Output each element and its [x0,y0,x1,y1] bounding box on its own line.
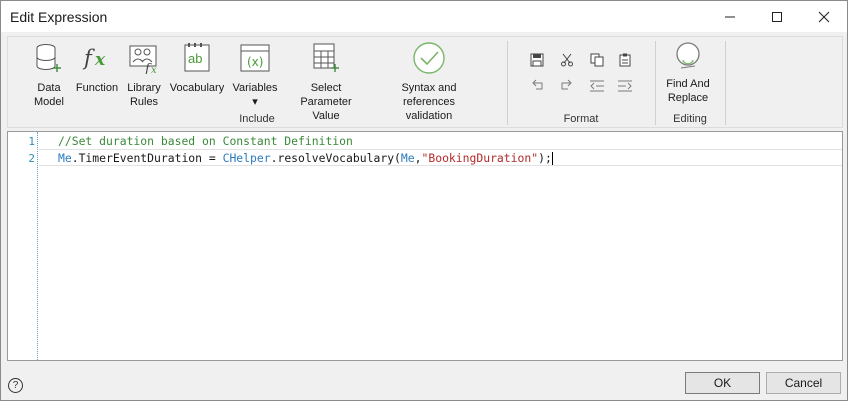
edit-expression-dialog: Edit Expression Data Model f x Function … [0,0,848,401]
vocabulary-ab-icon: ab [180,41,214,75]
editing-group: Find And Replace Editing [656,37,724,127]
cut-button[interactable] [556,51,578,69]
include-group-label: Include [239,113,275,125]
function-button[interactable]: f x Function [74,41,120,95]
svg-text:ab: ab [188,51,202,66]
table-add-icon [309,41,343,75]
syntax-validation-button[interactable]: Syntax and references validation [374,41,484,123]
library-rules-icon: f x [127,41,161,75]
cancel-button[interactable]: Cancel [766,372,841,394]
gutter-divider [37,132,38,360]
outdent-icon [590,80,604,92]
minimize-icon [725,16,735,17]
format-group-label: Format [563,113,599,125]
vocabulary-label: Vocabulary [169,82,225,94]
redo-button[interactable] [556,77,578,95]
copy-button[interactable] [586,51,608,69]
svg-text:x: x [151,65,157,74]
select-parameter-value-button[interactable]: Select Parameter Value [284,41,368,123]
find-and-replace-button[interactable]: Find And Replace [658,39,718,105]
close-icon [818,11,830,22]
redo-icon [561,79,572,90]
svg-text:f: f [82,46,95,70]
copy-icon [590,53,604,67]
code-token: CHelper [222,151,271,165]
code-line[interactable]: //Set duration based on Constant Definit… [58,134,353,148]
line-number-gutter: 1 2 [8,132,38,360]
maximize-icon [772,11,782,22]
text-caret [551,152,553,165]
save-button[interactable] [526,51,548,69]
svg-text:(x): (x) [247,55,263,69]
code-token: .resolveVocabulary( [270,151,401,165]
ribbon-toolbar: Data Model f x Function f x Library Rule… [7,36,843,128]
line-number: 1 [28,135,35,148]
paste-icon [619,53,631,67]
function-label: Function [75,82,119,94]
check-circle-icon [412,41,446,75]
close-button[interactable] [801,1,847,32]
data-model-label: Data Model [34,82,64,108]
library-rules-button[interactable]: f x Library Rules [123,41,165,109]
code-token: //Set duration based on Constant Definit… [58,134,353,148]
library-rules-label: Library Rules [127,82,161,108]
svg-text:x: x [94,50,106,70]
data-model-button[interactable]: Data Model [30,41,68,109]
dialog-title: Edit Expression [10,9,108,25]
format-group: Format [508,37,654,127]
undo-button[interactable] [526,77,548,95]
editing-group-label: Editing [673,113,707,125]
minimize-button[interactable] [707,1,753,32]
ok-button[interactable]: OK [685,372,760,394]
vocabulary-button[interactable]: ab Vocabulary [168,41,226,95]
code-token: "BookingDuration" [421,151,539,165]
maximize-button[interactable] [754,1,800,32]
code-token: ); [538,151,552,165]
function-fx-icon: f x [80,41,114,75]
indent-icon [618,80,632,92]
help-button[interactable]: ? [8,378,23,393]
include-group: Data Model f x Function f x Library Rule… [8,37,506,127]
variables-label: Variables ▾ [232,82,278,108]
paste-button[interactable] [614,51,636,69]
save-icon [530,53,544,67]
cut-icon [561,53,573,67]
outdent-button[interactable] [586,77,608,95]
line-number: 2 [28,152,35,165]
code-token: Me [58,151,72,165]
variables-x-icon: (x) [238,41,272,75]
find-and-replace-label: Find And Replace [666,78,710,104]
group-divider [725,41,726,125]
title-bar: Edit Expression [1,1,847,32]
database-plus-icon [32,41,66,75]
code-token: .TimerEventDuration = [71,151,223,165]
code-line[interactable]: Me.TimerEventDuration = CHelper.resolveV… [58,151,553,165]
code-token: Me [400,151,415,165]
indent-button[interactable] [614,77,636,95]
expression-editor[interactable]: 1 2 //Set duration based on Constant Def… [7,131,843,361]
find-replace-icon [671,39,705,73]
code-token: , [414,151,422,165]
variables-dropdown-button[interactable]: (x) Variables ▾ [230,41,280,109]
undo-icon [532,79,543,90]
